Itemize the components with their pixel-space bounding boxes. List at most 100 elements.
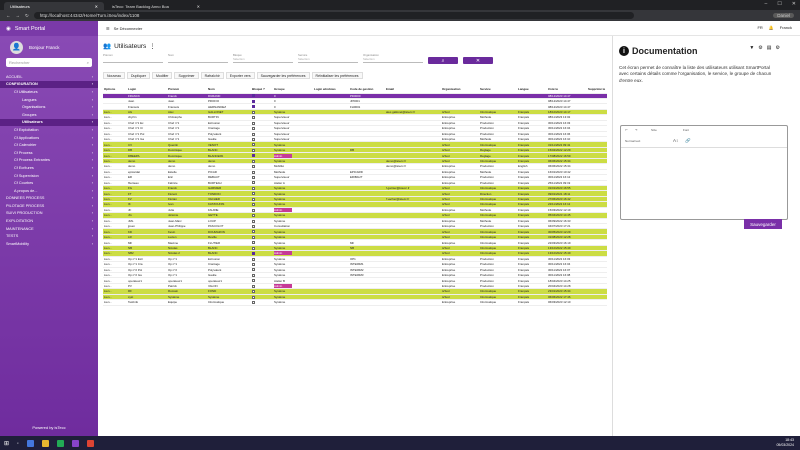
font-select[interactable]: Font [683, 128, 689, 132]
link-icon[interactable]: 🔗 [685, 138, 691, 144]
filter-icon[interactable]: ▼ [749, 45, 754, 51]
menu-icon[interactable]: ☰ [106, 26, 110, 31]
taskview-icon[interactable] [27, 439, 34, 447]
sidebar-item[interactable]: Langues › [0, 96, 98, 104]
filter-field[interactable]: Nom [168, 53, 228, 65]
sidebar-item[interactable]: Cf Exploitation › [0, 126, 98, 134]
filter-field[interactable]: Organisation Sélection [363, 53, 423, 65]
sidebar-item[interactable]: EXPLOITATION › [0, 217, 98, 225]
minimize-icon[interactable]: – [765, 1, 768, 7]
column-header[interactable]: Nom [207, 85, 251, 94]
blocked-checkbox[interactable] [252, 148, 255, 152]
table-row[interactable]: Lien... TestInfo Equipe Informatique Système… [103, 299, 607, 306]
column-header[interactable]: Email [385, 85, 441, 94]
book-icon[interactable]: ▤ [767, 45, 772, 51]
toolbar-button[interactable]: Rafraîchir [200, 72, 224, 79]
blocked-checkbox[interactable] [252, 121, 255, 125]
blocked-checkbox[interactable] [252, 165, 255, 169]
toolbar-button[interactable]: Modifier [152, 72, 173, 79]
clear-filters-button[interactable]: ✕ [463, 57, 493, 64]
sidebar-item[interactable]: Cf Process › [0, 149, 98, 157]
blocked-checkbox[interactable] [252, 127, 255, 130]
column-header[interactable]: Prénom [167, 85, 207, 94]
column-header[interactable]: Groupe [273, 85, 313, 94]
column-header[interactable]: Service [479, 85, 517, 94]
toolbar-button[interactable]: Réinitialiser les préférences [311, 72, 363, 79]
sidebar-item[interactable]: SmartMobility › [0, 240, 98, 248]
blocked-checkbox[interactable] [252, 176, 255, 179]
format-select[interactable]: Normal text [625, 139, 640, 143]
blocked-checkbox[interactable] [252, 154, 255, 158]
chrome-icon[interactable] [57, 439, 64, 447]
windows-start-icon[interactable]: ⊞ [4, 440, 9, 447]
blocked-checkbox[interactable] [252, 132, 255, 136]
sidebar-item[interactable]: Organisations › [0, 103, 98, 111]
maximize-icon[interactable]: ☐ [777, 1, 781, 7]
blocked-checkbox[interactable] [252, 219, 255, 223]
sidebar-item[interactable]: Cf Courbes › [0, 179, 98, 187]
sidebar-item[interactable]: Cf Ecritures › [0, 164, 98, 172]
doc-editor[interactable]: ↶ ↷ Size Font Normal text A↕ 🔗 [620, 125, 788, 220]
sidebar-search-input[interactable]: Rechercher ⌕ [6, 58, 92, 67]
sidebar-item[interactable]: Cf Applications › [0, 134, 98, 142]
undo-icon[interactable]: ↶ [625, 128, 628, 132]
search-button[interactable]: ⌕ [428, 57, 458, 64]
toolbar-button[interactable]: Nouveau [103, 72, 126, 79]
blocked-checkbox[interactable] [252, 214, 255, 217]
gear-icon[interactable]: ⚙ [776, 45, 780, 51]
reload-icon[interactable]: ↻ [25, 13, 29, 19]
toolbar-button[interactable]: Exporter vers [225, 72, 255, 79]
filter-field[interactable]: Prénom [103, 53, 163, 65]
blocked-checkbox[interactable] [252, 252, 255, 256]
sidebar-item[interactable]: Cf Calendrier › [0, 141, 98, 149]
profile-button[interactable]: Daniel [773, 13, 794, 18]
sidebar-item[interactable]: CONFIGURATION › [0, 80, 98, 89]
visualstudio-icon[interactable] [72, 439, 79, 447]
size-select[interactable]: Size [651, 128, 657, 132]
filter-field[interactable]: Bloqué Sélection [233, 53, 293, 65]
sidebar-item[interactable]: Groupes › [0, 111, 98, 119]
sidebar-item[interactable]: SUIVI PRODUCTION › [0, 210, 98, 218]
blocked-checkbox[interactable] [252, 192, 255, 196]
blocked-checkbox[interactable] [252, 208, 255, 212]
sidebar-item[interactable]: DONNEES PROCESS › [0, 195, 98, 203]
sidebar-item[interactable]: TESTS › [0, 232, 98, 240]
column-header[interactable]: Code de gestion [349, 85, 385, 94]
blocked-checkbox[interactable] [252, 137, 255, 141]
save-button[interactable]: Sauvegarder [744, 219, 782, 229]
file-explorer-icon[interactable] [42, 439, 49, 447]
search-icon[interactable]: ⌕ [17, 441, 19, 445]
logout-link[interactable]: Se Déconnecter [114, 26, 143, 31]
blocked-checkbox[interactable] [252, 263, 255, 266]
text-size-icon[interactable]: A↕ [673, 138, 678, 143]
back-icon[interactable]: ← [6, 13, 11, 18]
app-icon[interactable] [87, 439, 94, 447]
column-header[interactable]: Options [103, 85, 127, 94]
blocked-checkbox[interactable] [252, 273, 255, 277]
column-header[interactable]: Créé le [547, 85, 587, 94]
sidebar-item[interactable]: PILOTAGE PROCESS › [0, 202, 98, 210]
notification-icon[interactable]: 🔔 [769, 25, 774, 30]
column-header[interactable]: Organisation [441, 85, 479, 94]
blocked-checkbox[interactable] [252, 143, 255, 147]
forward-icon[interactable]: → [16, 13, 21, 18]
blocked-checkbox[interactable] [252, 268, 255, 272]
column-header[interactable]: Bloqué ? [251, 85, 273, 94]
blocked-checkbox[interactable] [252, 170, 255, 174]
sidebar-item[interactable]: Utilisateurs › [0, 118, 98, 127]
sidebar-item[interactable]: A propos de... › [0, 187, 98, 195]
blocked-checkbox[interactable] [252, 290, 255, 294]
column-header[interactable]: Login [127, 85, 167, 94]
blocked-checkbox[interactable] [252, 94, 255, 98]
window-close-icon[interactable]: ✕ [792, 1, 796, 7]
blocked-checkbox[interactable] [252, 105, 255, 109]
blocked-checkbox[interactable] [252, 181, 255, 185]
blocked-checkbox[interactable] [252, 279, 255, 283]
blocked-checkbox[interactable] [252, 235, 255, 239]
sidebar-item[interactable]: ACCUEIL › [0, 73, 98, 81]
blocked-checkbox[interactable] [252, 301, 255, 304]
browser-tab-active[interactable]: Utilisateurs ✕ [4, 2, 104, 10]
blocked-checkbox[interactable] [252, 230, 255, 234]
blocked-checkbox[interactable] [252, 159, 255, 163]
blocked-checkbox[interactable] [252, 186, 255, 190]
